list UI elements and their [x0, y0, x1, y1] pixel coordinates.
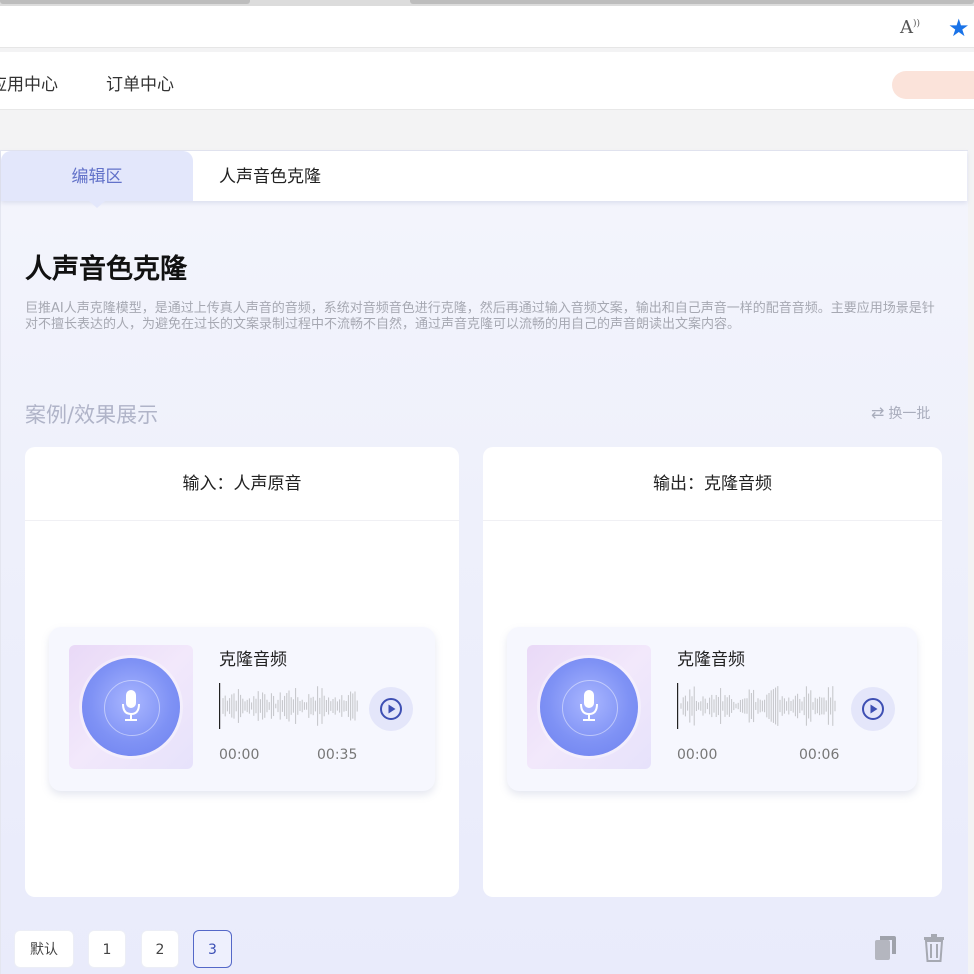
- audio-player: 克隆音频 00:00 00:06: [507, 627, 917, 791]
- audio-cover: [527, 645, 651, 769]
- refresh-batch-button[interactable]: ⇄ 换一批: [871, 403, 930, 423]
- page-button-3[interactable]: 3: [193, 930, 232, 968]
- browser-tab[interactable]: [0, 0, 250, 4]
- page-description: 巨推AI人声克隆模型，是通过上传真人声音的音频，系统对音频音色进行克隆，然后再通…: [25, 301, 935, 332]
- audio-cover: [69, 645, 193, 769]
- star-icon[interactable]: ★: [948, 15, 974, 41]
- microphone-icon: [122, 690, 140, 721]
- page-button-2[interactable]: 2: [141, 930, 179, 968]
- page-title: 人声音色克隆: [25, 254, 187, 285]
- microphone-icon: [580, 690, 598, 721]
- time-start: 00:00: [677, 747, 718, 763]
- audio-player: 克隆音频 00:00 00:35: [49, 627, 435, 791]
- tab-bar: 编辑区 人声音色克隆: [1, 151, 967, 208]
- page-default-button[interactable]: 默认: [14, 930, 74, 968]
- read-aloud-icon[interactable]: A)): [900, 17, 922, 39]
- copy-icon[interactable]: [874, 934, 898, 962]
- browser-toolbar: A)) ★: [0, 6, 974, 48]
- disc-icon: [82, 658, 180, 756]
- tab-current-tool[interactable]: 人声音色克隆: [219, 151, 321, 201]
- browser-tab[interactable]: [410, 0, 974, 4]
- trash-icon[interactable]: [922, 933, 946, 963]
- play-button[interactable]: [369, 687, 413, 731]
- play-icon: [862, 698, 884, 720]
- audio-title: 克隆音频: [677, 650, 745, 670]
- swap-icon: ⇄: [871, 403, 885, 422]
- card-header: 输出：克隆音频: [483, 447, 942, 521]
- time-start: 00:00: [219, 747, 260, 763]
- header-action-pill[interactable]: [892, 71, 974, 99]
- play-button[interactable]: [851, 687, 895, 731]
- refresh-label: 换一批: [888, 406, 931, 422]
- time-end: 00:06: [799, 747, 840, 763]
- tab-edit[interactable]: 编辑区: [1, 151, 193, 208]
- waveform[interactable]: [677, 683, 837, 729]
- workspace: 编辑区 人声音色克隆 人声音色克隆 巨推AI人声克隆模型，是通过上传真人声音的音…: [0, 150, 968, 974]
- waveform[interactable]: [219, 683, 359, 729]
- disc-icon: [540, 658, 638, 756]
- section-title: 案例/效果展示: [25, 403, 159, 427]
- page-button-1[interactable]: 1: [88, 930, 126, 968]
- site-header: 应用中心 订单中心: [0, 52, 974, 110]
- play-icon: [380, 698, 402, 720]
- input-card: 输入：人声原音 克隆音频 00:00 00:35: [25, 447, 459, 897]
- nav-order-center[interactable]: 订单中心: [106, 70, 174, 95]
- time-end: 00:35: [317, 747, 358, 763]
- output-card: 输出：克隆音频 克隆音频 00:00 00:06: [483, 447, 942, 897]
- card-header: 输入：人声原音: [25, 447, 459, 521]
- audio-title: 克隆音频: [219, 650, 287, 670]
- nav-app-center[interactable]: 应用中心: [0, 70, 58, 95]
